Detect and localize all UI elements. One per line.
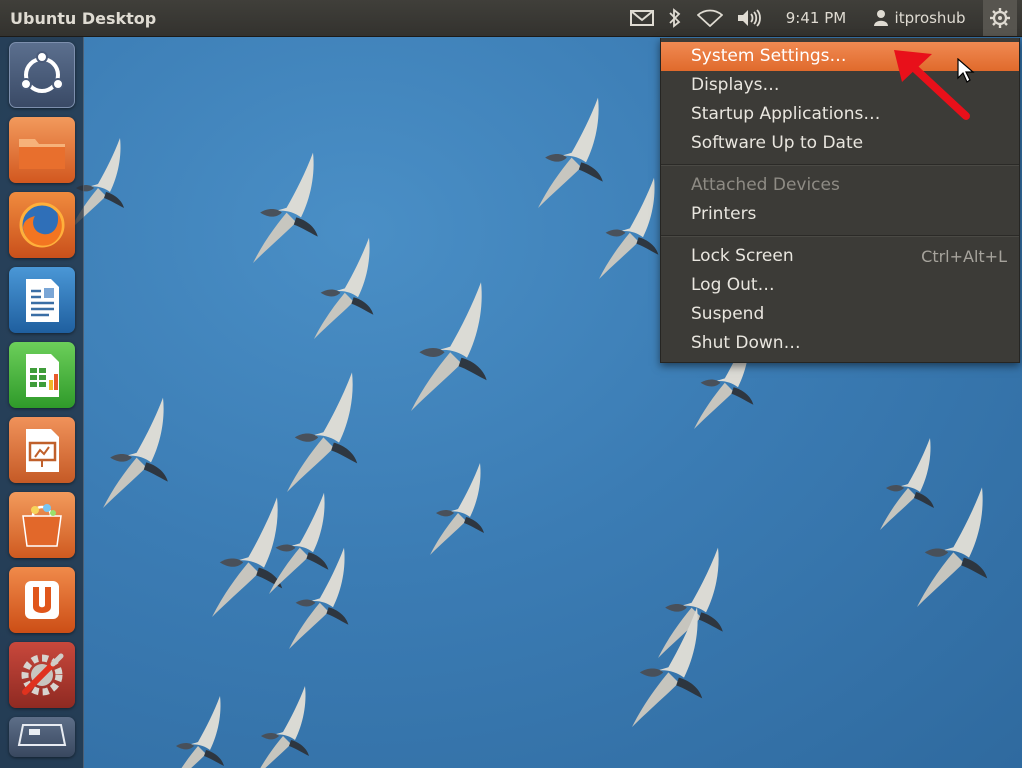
menu-item-software-up-to-date[interactable]: Software Up to Date bbox=[661, 129, 1019, 158]
menu-item-shut-down[interactable]: Shut Down… bbox=[661, 329, 1019, 358]
clock-indicator[interactable]: 9:41 PM bbox=[776, 0, 856, 36]
launcher bbox=[0, 37, 84, 768]
menu-item-suspend[interactable]: Suspend bbox=[661, 300, 1019, 329]
menu-item-log-out[interactable]: Log Out… bbox=[661, 271, 1019, 300]
window-title: Ubuntu Desktop bbox=[10, 9, 157, 28]
lock-screen-shortcut: Ctrl+Alt+L bbox=[921, 247, 1007, 266]
bluetooth-icon[interactable] bbox=[664, 0, 686, 36]
menu-item-printers[interactable]: Printers bbox=[661, 200, 1019, 229]
lock-screen-label: Lock Screen bbox=[691, 246, 794, 266]
system-settings-icon[interactable] bbox=[9, 642, 75, 708]
menu-separator bbox=[661, 235, 1019, 237]
menu-item-lock-screen[interactable]: Lock Screen Ctrl+Alt+L bbox=[661, 242, 1019, 271]
libreoffice-writer-icon[interactable] bbox=[9, 267, 75, 333]
user-indicator[interactable]: itproshub bbox=[862, 0, 976, 36]
mouse-pointer-icon bbox=[957, 58, 975, 83]
software-center-icon[interactable] bbox=[9, 492, 75, 558]
menu-separator bbox=[661, 164, 1019, 166]
mail-icon[interactable] bbox=[626, 0, 658, 36]
gear-icon[interactable] bbox=[983, 0, 1017, 36]
user-icon bbox=[873, 10, 888, 26]
firefox-icon[interactable] bbox=[9, 192, 75, 258]
libreoffice-impress-icon[interactable] bbox=[9, 417, 75, 483]
desktop-screen: Ubuntu Desktop 9:41 PM itproshub System … bbox=[0, 0, 1022, 768]
dash-home-icon[interactable] bbox=[9, 42, 75, 108]
workspace-switcher-icon[interactable] bbox=[9, 717, 75, 757]
volume-icon[interactable] bbox=[734, 0, 766, 36]
libreoffice-calc-icon[interactable] bbox=[9, 342, 75, 408]
wifi-icon[interactable] bbox=[694, 0, 726, 36]
user-name-label: itproshub bbox=[894, 9, 966, 27]
clock-label: 9:41 PM bbox=[785, 9, 847, 27]
top-panel: Ubuntu Desktop 9:41 PM itproshub bbox=[0, 0, 1022, 37]
session-menu: System Settings… Displays… Startup Appli… bbox=[660, 38, 1020, 363]
files-folder-icon[interactable] bbox=[9, 117, 75, 183]
menu-item-startup-applications[interactable]: Startup Applications… bbox=[661, 100, 1019, 129]
menu-item-attached-devices: Attached Devices bbox=[691, 175, 840, 195]
ubuntu-one-icon[interactable] bbox=[9, 567, 75, 633]
